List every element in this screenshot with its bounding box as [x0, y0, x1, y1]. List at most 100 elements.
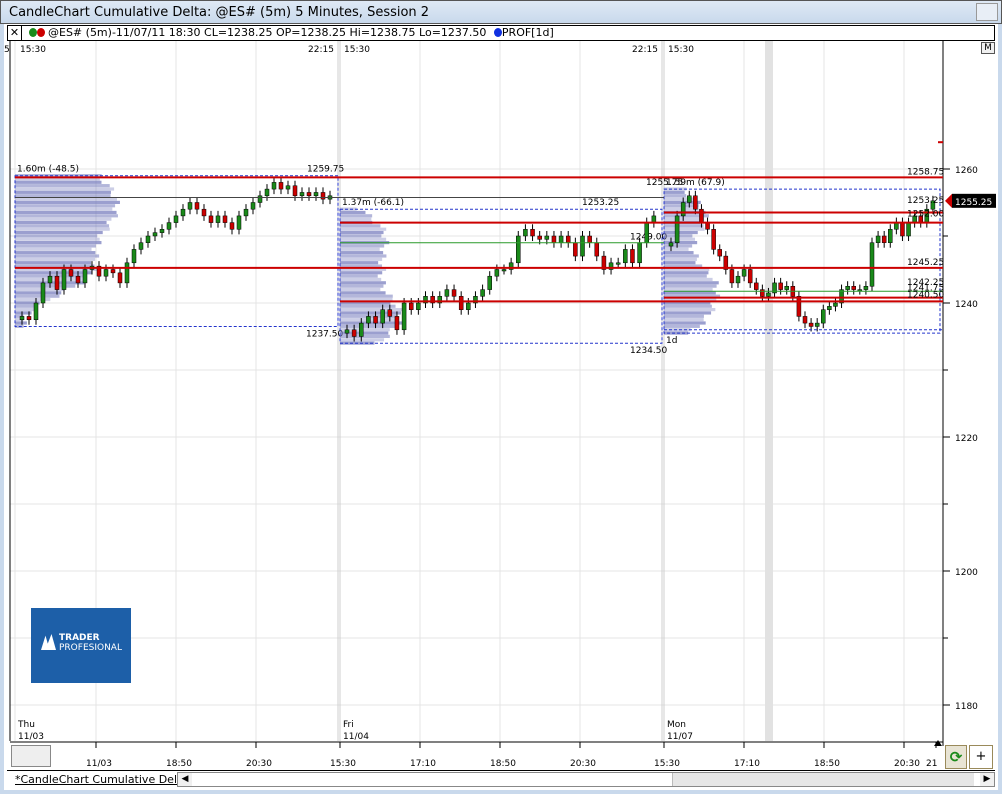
volume-profile-bar — [15, 237, 100, 241]
candle-body — [644, 222, 649, 243]
volume-profile-bar — [15, 194, 111, 198]
window-close-button[interactable] — [976, 3, 998, 21]
candle-body — [387, 309, 393, 317]
volume-profile-bar — [340, 217, 372, 221]
close-study-button[interactable]: ✕ — [8, 26, 22, 40]
time-label: 21 — [926, 759, 937, 769]
window-titlebar: CandleChart Cumulative Delta: @ES# (5m) … — [0, 0, 1002, 24]
candle-body — [558, 235, 564, 243]
candle-body — [735, 275, 741, 284]
volume-profile-bar — [15, 294, 60, 298]
scroll-thumb[interactable] — [672, 773, 974, 786]
volume-profile-bar — [340, 308, 403, 312]
symbol-info: @ES# (5m)-11/07/11 18:30 CL=1238.25 OP=1… — [48, 26, 487, 39]
price-marker-icon — [945, 193, 952, 208]
candle-body — [680, 202, 686, 217]
volume-profile-bar — [664, 274, 707, 278]
session-low-label: 1237.50 — [306, 329, 343, 339]
volume-profile-bar — [664, 304, 712, 308]
candle-body — [257, 195, 263, 203]
volume-profile-bar — [15, 214, 118, 218]
day-label: Fri — [343, 720, 354, 730]
candle-body — [299, 192, 305, 197]
volume-profile-bar — [15, 217, 112, 221]
candle-body — [668, 242, 674, 247]
scroll-right-arrow[interactable]: ▶ — [980, 773, 994, 786]
volume-profile-bar — [340, 224, 381, 228]
trader-profesional-logo: TRADER PROFESIONAL — [31, 608, 131, 683]
candle-body — [416, 302, 421, 310]
scroll-left-arrow[interactable]: ◀ — [178, 773, 192, 786]
candle-body — [766, 292, 771, 297]
volume-profile-bar — [15, 271, 93, 275]
candle-body — [229, 222, 235, 230]
candle-body — [145, 235, 151, 243]
tab-candlechart[interactable]: *CandleChart Cumulative Delta — [15, 773, 188, 786]
volume-profile-bar — [664, 284, 717, 288]
candle-body — [173, 215, 179, 223]
volume-profile-bar — [340, 247, 380, 251]
candle-body — [159, 229, 165, 233]
study-color-icon — [493, 28, 502, 37]
volume-profile-bar — [15, 251, 96, 255]
volume-profile-bar — [340, 254, 387, 258]
candle-body — [480, 289, 485, 297]
candle-body — [152, 232, 158, 237]
session-low-label: 1234.50 — [630, 346, 667, 356]
candle-body — [236, 215, 242, 230]
study-label[interactable]: PROF[1d] — [502, 26, 554, 39]
session-high-label: 1253.25 — [582, 198, 619, 208]
volume-profile-bar — [664, 271, 709, 275]
logo-line1: TRADER — [59, 633, 100, 643]
candle-body — [863, 286, 869, 290]
candle-body — [166, 222, 172, 230]
volume-profile-bar — [340, 257, 383, 261]
session-volume-label: 1.37m (-66.1) — [342, 198, 404, 208]
logo-icon — [41, 634, 56, 650]
candle-body — [68, 269, 74, 277]
volume-profile-bar — [15, 180, 102, 184]
volume-profile-bar — [15, 187, 115, 191]
candle-body — [537, 235, 542, 240]
candle-body — [124, 262, 130, 284]
volume-profile-bar — [15, 291, 62, 295]
horizontal-scrollbar[interactable]: ◀ ▶ — [177, 772, 995, 787]
candle-body — [466, 302, 471, 310]
volume-profile-bar — [15, 220, 107, 225]
price-label: 1240 — [955, 300, 978, 310]
refresh-button[interactable]: ⟳ — [945, 745, 967, 769]
candle-body — [833, 302, 838, 307]
volume-profile-bar — [15, 261, 92, 265]
candle-body — [131, 249, 137, 264]
top-time-label: 15:30 — [668, 45, 694, 55]
candle-body — [851, 286, 856, 290]
bottom-bar: *CandleChart Cumulative Delta ◀ ▶ — [7, 770, 995, 787]
price-label: 1220 — [955, 434, 978, 444]
price-label: 1180 — [955, 702, 978, 712]
add-chart-button[interactable]: + — [969, 745, 993, 769]
volume-profile-bar — [664, 237, 696, 241]
candle-body — [784, 286, 789, 290]
volume-profile-bar — [15, 230, 103, 235]
candle-body — [26, 316, 32, 320]
candle-body — [138, 242, 144, 250]
candle-body — [444, 289, 450, 297]
volume-profile-bar — [664, 281, 719, 285]
down-color-icon — [36, 28, 45, 37]
candle-body — [264, 188, 270, 197]
candle-body — [717, 249, 722, 257]
volume-profile-bar — [15, 254, 100, 258]
day-label: Mon — [667, 720, 686, 730]
volume-profile-bar — [15, 257, 96, 261]
candle-body — [117, 272, 123, 284]
candle-body — [881, 235, 887, 243]
volume-profile-bar — [15, 207, 113, 211]
candle-chart[interactable]: 5 15:30 22:15 15:30 22:15 15:30 1.60m (-48.5) 1… — [0, 41, 1002, 771]
volume-profile-bar — [340, 271, 383, 275]
candle-body — [827, 306, 832, 310]
time-label: 15:30 — [330, 759, 356, 769]
candle-body — [651, 215, 657, 223]
candle-body — [594, 242, 600, 257]
logo-line2: PROFESIONAL — [59, 643, 122, 653]
candle-body — [103, 269, 109, 277]
